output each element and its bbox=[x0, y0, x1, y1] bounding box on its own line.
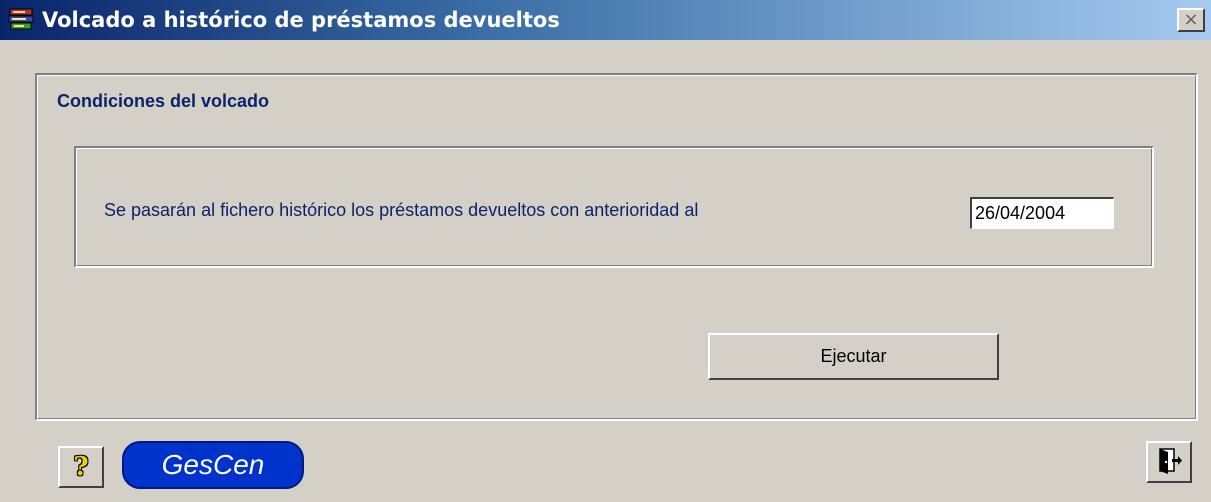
date-field[interactable] bbox=[970, 197, 1114, 229]
conditions-group-title: Condiciones del volcado bbox=[57, 91, 270, 111]
books-icon bbox=[6, 5, 36, 35]
execute-button-label: Ejecutar bbox=[820, 346, 887, 366]
help-button[interactable]: ? bbox=[58, 446, 104, 488]
close-button[interactable]: × bbox=[1177, 8, 1205, 32]
execute-button[interactable]: Ejecutar bbox=[708, 333, 999, 380]
date-condition-label: Se pasarán al fichero histórico los prés… bbox=[104, 200, 699, 220]
gescen-logo: GesCen bbox=[122, 441, 304, 489]
window-title: Volcado a histórico de préstamos devuelt… bbox=[42, 8, 560, 32]
close-icon: × bbox=[1183, 9, 1199, 30]
exit-button[interactable] bbox=[1146, 441, 1192, 483]
logo-text: GesCen bbox=[161, 449, 265, 480]
door-exit-icon bbox=[1154, 445, 1184, 480]
question-mark-icon: ? bbox=[73, 452, 89, 482]
title-bar: Volcado a histórico de préstamos devuelt… bbox=[0, 0, 1211, 40]
